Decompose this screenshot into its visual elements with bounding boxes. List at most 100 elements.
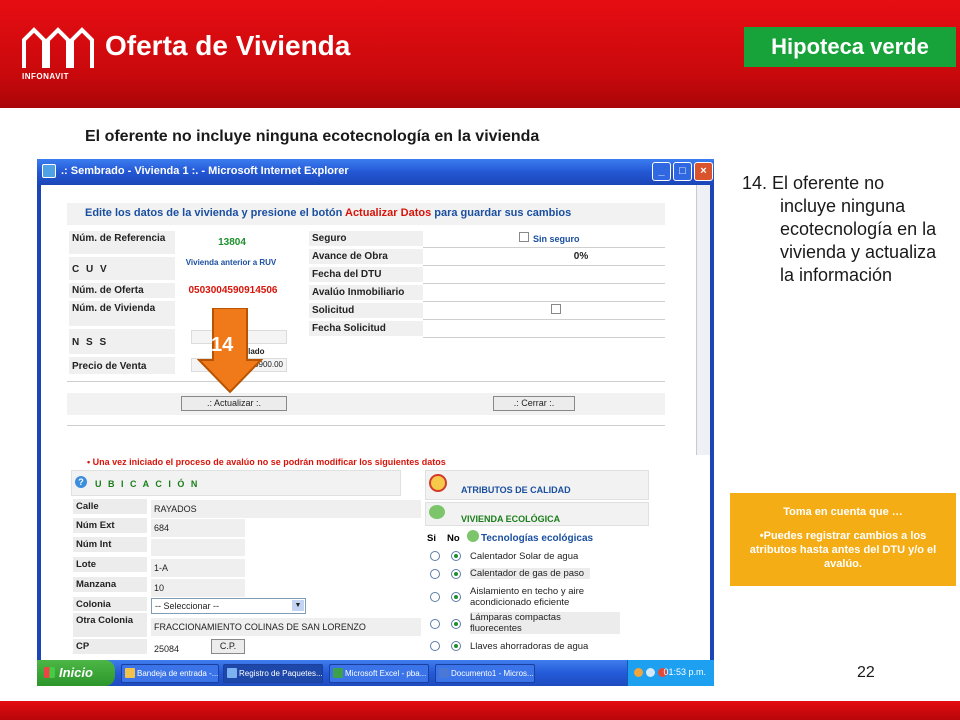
footer-bar [0, 701, 960, 720]
task-outlook[interactable]: Bandeja de entrada -... [121, 664, 219, 683]
label-num-ext: Núm Ext [73, 518, 147, 533]
tech-item-4: Llaves ahorradoras de agua [470, 641, 589, 652]
label-otra-colonia: Otra Colonia [73, 613, 147, 637]
header-banner: INFONAVIT Oferta de Vivienda Hipoteca ve… [0, 0, 960, 108]
label-lote: Lote [73, 557, 147, 572]
system-tray: 01:53 p.m. [627, 660, 714, 686]
ie-content: Edite los datos de la vivienda y presion… [37, 185, 714, 660]
ie-title-bar: .: Sembrado - Vivienda 1 :. - Microsoft … [37, 159, 714, 185]
colonia-select[interactable]: -- Seleccionar -- ▼ [151, 598, 306, 614]
slide: INFONAVIT Oferta de Vivienda Hipoteca ve… [0, 0, 960, 720]
logo-text: INFONAVIT [22, 72, 70, 81]
label-seguro: Seguro [309, 231, 423, 247]
instruction-highlight: Actualizar Datos [345, 207, 432, 219]
label-nss: N S S [69, 329, 175, 355]
num-ext-field[interactable]: 684 [151, 519, 245, 537]
task-label-1: Registro de Paquetes... [239, 669, 323, 678]
value-num-oferta: 0503004590914506 [188, 285, 278, 296]
ie-window-title: .: Sembrado - Vivienda 1 :. - Microsoft … [61, 165, 349, 177]
label-calle: Calle [73, 499, 147, 514]
row-divider [423, 337, 665, 338]
instruction-prefix: Edite los datos de la vivienda y presion… [85, 207, 343, 219]
radio-no-3[interactable] [451, 619, 461, 629]
value-seguro: Sin seguro [533, 234, 580, 244]
task-registro[interactable]: Registro de Paquetes... [223, 664, 323, 683]
label-avance-obra: Avance de Obra [309, 249, 423, 265]
solicitud-checkbox[interactable] [551, 304, 561, 314]
row-divider [423, 247, 665, 248]
cp-field[interactable]: 25084 [151, 640, 191, 658]
label-fecha-dtu: Fecha del DTU [309, 267, 423, 283]
close-window-button[interactable]: × [694, 162, 713, 181]
radio-no-2[interactable] [451, 592, 461, 602]
radio-si-3[interactable] [430, 619, 440, 629]
label-solicitud: Solicitud [309, 303, 423, 319]
radio-si-1[interactable] [430, 569, 440, 579]
radio-si-4[interactable] [430, 641, 440, 651]
radio-no-4[interactable] [451, 641, 461, 651]
page-number: 22 [857, 664, 875, 681]
label-manzana: Manzana [73, 577, 147, 592]
label-fecha-solicitud: Fecha Solicitud [309, 321, 423, 337]
tray-icon[interactable] [646, 668, 655, 677]
num-int-field[interactable] [151, 539, 245, 556]
scrollbar[interactable] [696, 185, 710, 455]
value-avance-obra: 0% [573, 251, 589, 262]
row-divider [423, 301, 665, 302]
note-body: •Puedes registrar cambios a los atributo… [749, 530, 937, 570]
actualizar-button[interactable]: .: Actualizar :. [181, 396, 287, 411]
radio-si-2[interactable] [430, 592, 440, 602]
chevron-down-icon[interactable]: ▼ [292, 600, 304, 611]
step-description: 14. El oferente no incluye ninguna ecote… [742, 172, 942, 287]
task-label-3: Documento1 - Micros... [451, 669, 534, 678]
radio-no-0[interactable] [451, 551, 461, 561]
tech-item-3: Lámparas compactas fluorecentes [470, 612, 620, 634]
label-avaluo: Avalúo Inmobiliario [309, 285, 423, 301]
col-no: No [447, 533, 460, 544]
minimize-button[interactable]: _ [652, 162, 671, 181]
section-divider [67, 425, 665, 426]
row-divider [423, 283, 665, 284]
slide-subtitle: El oferente no incluye ninguna ecotecnol… [85, 128, 540, 145]
start-label: Inicio [59, 665, 93, 680]
maximize-button[interactable]: □ [673, 162, 692, 181]
otra-colonia-field[interactable]: FRACCIONAMIENTO COLINAS DE SAN LORENZO [151, 618, 421, 636]
warning-message: Una vez iniciado el proceso de avalúo no… [92, 457, 446, 467]
task-label-0: Bandeja de entrada -... [137, 669, 219, 678]
tech-item-2: Aislamiento en techo y aire acondicionad… [470, 586, 585, 608]
envelope-icon [125, 668, 135, 678]
label-num-int: Núm Int [73, 537, 147, 552]
eco-icon [429, 505, 445, 519]
lote-field[interactable]: 1-A [151, 559, 245, 577]
app-title: Oferta de Vivienda [105, 30, 351, 61]
tech-header: Tecnologías ecológicas [481, 533, 594, 544]
radio-si-0[interactable] [430, 551, 440, 561]
step-callout-label: 14 [211, 334, 234, 356]
cerrar-button[interactable]: .: Cerrar :. [493, 396, 575, 411]
task-excel[interactable]: Microsoft Excel - pba... [329, 664, 429, 683]
tray-icon[interactable] [634, 668, 643, 677]
label-num-vivienda: Núm. de Vivienda [69, 301, 175, 327]
radio-no-1[interactable] [451, 569, 461, 579]
manzana-field[interactable]: 10 [151, 579, 245, 597]
note-heading: Toma en cuenta que … [783, 506, 903, 518]
windows-flag-icon [44, 667, 55, 678]
excel-icon [333, 668, 343, 678]
cp-button[interactable]: C.P. [211, 639, 245, 654]
label-num-oferta: Núm. de Oferta [69, 283, 175, 299]
instruction-bar: Edite los datos de la vivienda y presion… [67, 203, 665, 225]
button-row [67, 393, 665, 415]
ie-window-icon [42, 164, 56, 178]
seguro-checkbox[interactable] [519, 232, 529, 242]
colonia-selected: -- Seleccionar -- [155, 601, 220, 611]
help-icon[interactable]: ? [75, 476, 87, 488]
tech-item-0: Calentador Solar de agua [470, 551, 579, 562]
instruction-suffix: para guardar sus cambios [434, 207, 572, 219]
calle-field[interactable]: RAYADOS [151, 500, 421, 518]
start-button[interactable]: Inicio [37, 660, 115, 686]
label-colonia: Colonia [73, 597, 147, 611]
value-num-referencia: 13804 [218, 237, 246, 248]
task-word[interactable]: Documento1 - Micros... [435, 664, 535, 683]
vivienda-ecologica-title: VIVIENDA ECOLÓGICA [461, 514, 561, 524]
row-divider [423, 319, 665, 320]
